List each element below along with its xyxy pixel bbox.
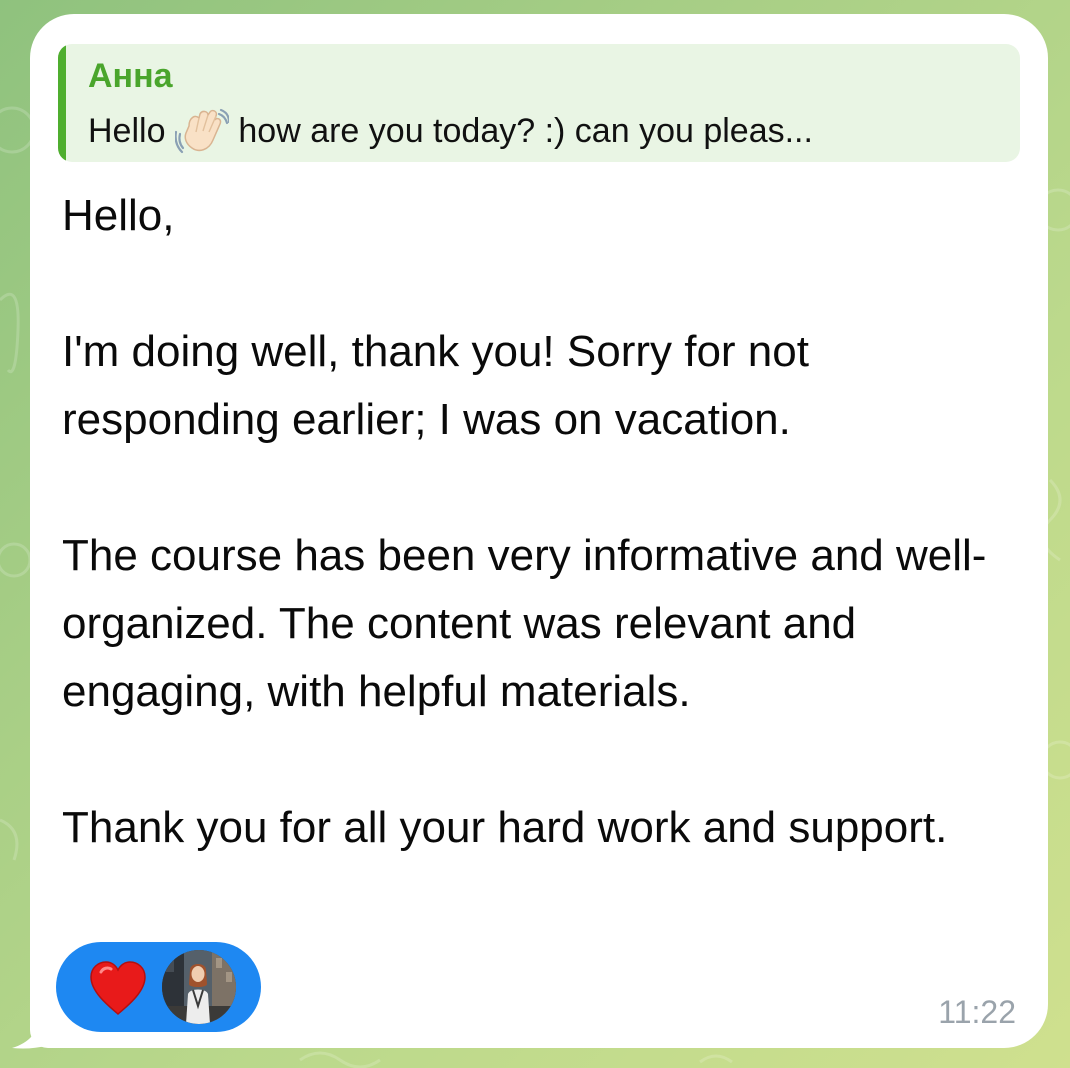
message-time: 11:22 — [938, 994, 1016, 1030]
message-paragraph: The course has been very informative and… — [62, 531, 987, 716]
reaction-pill[interactable] — [56, 942, 261, 1032]
reply-preview-text: Hello how are you today? :) can you plea… — [88, 108, 1008, 154]
message-text: Hello, I'm doing well, thank you! Sorry … — [62, 182, 1022, 862]
reply-sender-name: Анна — [88, 57, 173, 95]
reply-preview-end: how are you today? :) can you pleas... — [228, 112, 813, 150]
message-paragraph: I'm doing well, thank you! Sorry for not… — [62, 327, 809, 444]
reactor-avatar[interactable] — [162, 950, 236, 1024]
red-heart-icon — [90, 961, 146, 1016]
waving-hand-icon — [174, 108, 231, 154]
reply-preview-start: Hello — [88, 112, 175, 150]
reply-quote[interactable]: Анна Hello how are you today? :) can you… — [58, 44, 1020, 162]
reply-accent-bar — [58, 44, 66, 162]
message-paragraph: Thank you for all your hard work and sup… — [62, 803, 948, 852]
bubble-tail — [12, 1008, 72, 1049]
message-paragraph: Hello, — [62, 191, 175, 240]
avatar-photo — [162, 950, 236, 1024]
